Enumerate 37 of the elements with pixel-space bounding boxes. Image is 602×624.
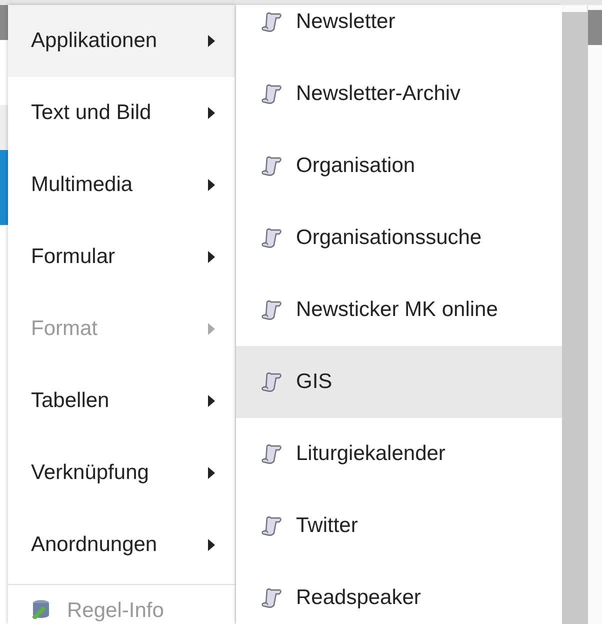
submenu-arrow-icon <box>208 467 215 479</box>
submenu-item[interactable]: Liturgiekalender <box>236 418 562 490</box>
scroll-icon <box>260 155 282 177</box>
scroll-icon <box>260 11 282 33</box>
scroll-icon <box>260 83 282 105</box>
scrollbar[interactable] <box>562 12 588 624</box>
header-bar <box>588 10 602 45</box>
submenu-item[interactable]: Organisationssuche <box>236 202 562 274</box>
submenu-item[interactable]: Readspeaker <box>236 562 562 624</box>
submenu-arrow-icon <box>208 35 215 47</box>
submenu-item[interactable]: Newsletter-Archiv <box>236 58 562 130</box>
scroll-icon <box>260 515 282 537</box>
menu-item[interactable]: Tabellen <box>8 365 235 437</box>
header-bar <box>0 5 8 40</box>
submenu-item[interactable]: Newsticker MK online <box>236 274 562 346</box>
scroll-icon <box>260 371 282 393</box>
submenu-arrow-icon <box>208 395 215 407</box>
menu-item[interactable]: Applikationen <box>8 5 235 77</box>
submenu-arrow-icon <box>208 107 215 119</box>
page-panel <box>0 105 8 150</box>
scroll-icon <box>260 227 282 249</box>
submenu-arrow-icon <box>208 179 215 191</box>
submenu-item[interactable]: GIS <box>236 346 562 418</box>
menu-item[interactable]: Text und Bild <box>8 77 235 149</box>
scroll-icon <box>260 299 282 321</box>
menu-item[interactable]: Formular <box>8 221 235 293</box>
menu-item[interactable]: Multimedia <box>8 149 235 221</box>
scroll-icon <box>260 443 282 465</box>
submenu-arrow-icon <box>208 251 215 263</box>
submenu-item[interactable]: Organisation <box>236 130 562 202</box>
scroll-icon <box>260 587 282 609</box>
submenu-arrow-icon <box>208 323 215 335</box>
menu-item[interactable]: Anordnungen <box>8 509 235 581</box>
submenu-arrow-icon <box>208 539 215 551</box>
submenu-item[interactable]: Newsletter <box>236 5 562 58</box>
submenu-item[interactable]: Twitter <box>236 490 562 562</box>
menu-item[interactable]: Verknüpfung <box>8 437 235 509</box>
